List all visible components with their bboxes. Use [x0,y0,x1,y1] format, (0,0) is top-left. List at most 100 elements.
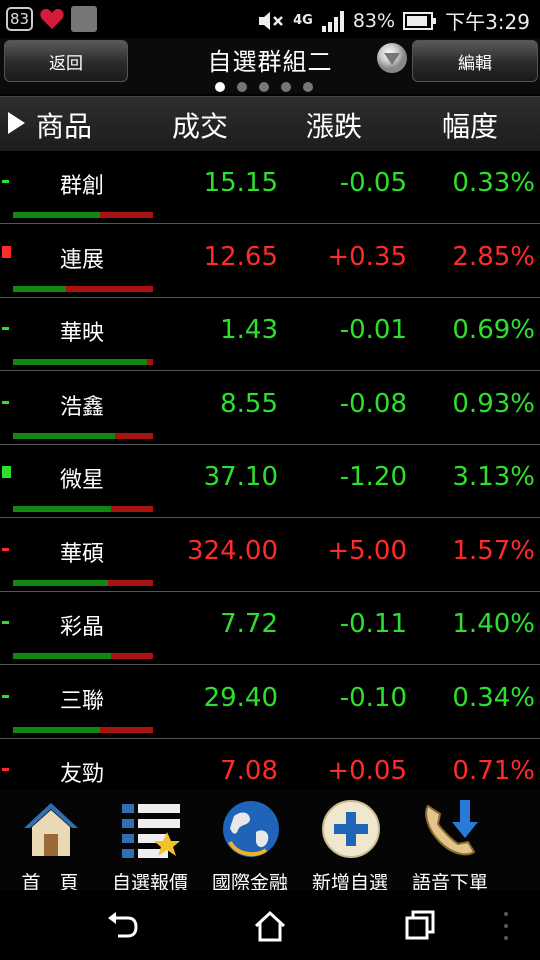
stock-name: 連展 [60,247,105,273]
stock-percent: 3.13% [452,462,535,492]
stock-list[interactable]: 群創 15.15 -0.05 0.33% 連展 12.65 +0.35 2.85% 華映 1.43… [0,150,540,790]
buy-ratio-fill [13,285,67,292]
stock-percent: 0.69% [452,315,535,345]
buy-sell-ratio-bar [13,653,153,659]
buy-ratio-fill [13,432,116,439]
back-nav-icon[interactable] [104,908,140,944]
page-dot[interactable] [303,82,313,92]
system-nav-bar [0,890,540,960]
bottom-tab-bar: 首 頁 自選報價 國際金融 新增自選 語音下單 [0,790,540,894]
stock-change: +0.35 [327,241,407,272]
stock-price: 12.65 [203,241,278,272]
stock-price: 37.10 [203,462,278,492]
stock-name: 三聯 [60,688,105,714]
column-change[interactable]: 漲跌 [306,105,362,145]
stock-row[interactable]: 群創 15.15 -0.05 0.33% [0,150,540,224]
column-percent[interactable]: 幅度 [442,105,498,145]
stock-change: +0.05 [327,756,407,786]
back-button[interactable]: 返回 [4,40,128,82]
stock-name: 彩晶 [60,615,105,640]
stock-row[interactable]: 華映 1.43 -0.01 0.69% [0,297,540,371]
globe-icon [223,801,279,857]
page-dot[interactable] [215,82,225,92]
column-header: 商品 成交 漲跌 幅度 [0,96,540,151]
page-dot[interactable] [237,82,247,92]
stock-name: 群創 [60,174,105,199]
recent-apps-icon[interactable] [402,908,438,944]
buy-sell-ratio-bar [13,432,153,439]
buy-sell-ratio-bar [13,726,153,733]
battery-icon [403,11,437,30]
stock-row[interactable]: 友勁 7.08 +0.05 0.71% [0,738,540,790]
stock-percent: 0.34% [452,682,535,713]
stock-name: 微星 [60,468,105,493]
stock-change: +5.00 [327,535,407,566]
trend-indicator [2,694,9,698]
buy-sell-ratio-bar [13,359,153,365]
stock-percent: 2.85% [452,241,535,272]
stock-name: 華映 [60,321,105,346]
clock: 下午3:29 [445,10,530,34]
page-indicator [215,82,313,92]
stock-percent: 1.57% [452,535,535,566]
stock-row[interactable]: 連展 12.65 +0.35 2.85% [0,224,540,298]
tab-international[interactable]: 國際金融 [200,796,300,894]
stock-name: 友勁 [60,762,105,787]
stock-price: 7.72 [220,609,278,639]
tab-add-watchlist[interactable]: 新增自選 [300,796,400,894]
tab-voice-order[interactable]: 語音下單 [400,796,500,894]
trend-indicator [2,180,9,183]
edit-button[interactable]: 編輯 [412,40,538,82]
buy-ratio-fill [13,212,100,218]
status-bar: 83 4G 83% 下午3:29 [0,0,540,38]
stock-price: 8.55 [220,388,278,419]
stock-row[interactable]: 三聯 29.40 -0.10 0.34% [0,665,540,739]
add-icon [322,800,380,858]
mute-icon [259,11,284,30]
buy-sell-ratio-bar [13,212,153,218]
tab-home[interactable]: 首 頁 [0,796,100,894]
expand-play-icon[interactable] [8,112,25,134]
stock-row[interactable]: 華碩 324.00 +5.00 1.57% [0,518,540,592]
stock-row[interactable]: 微星 37.10 -1.20 3.13% [0,444,540,518]
column-price[interactable]: 成交 [172,105,228,145]
trend-indicator [2,400,9,404]
stock-change: -0.05 [339,168,407,198]
buy-ratio-fill [13,506,111,512]
buy-sell-ratio-bar [13,579,153,586]
trend-indicator [2,466,11,478]
stock-change: -0.08 [339,388,407,419]
stock-percent: 0.33% [452,168,535,198]
stock-row[interactable]: 彩晶 7.72 -0.11 1.40% [0,591,540,665]
buy-ratio-fill [13,653,111,659]
watchlist-icon [122,804,180,858]
stock-price: 7.08 [220,756,278,786]
signal-icon [321,10,344,32]
stock-change: -0.11 [339,609,407,639]
overflow-menu-icon[interactable] [500,908,512,944]
stock-price: 1.43 [220,315,278,345]
column-product[interactable]: 商品 [36,105,92,145]
page-dot[interactable] [259,82,269,92]
stock-change: -1.20 [339,462,407,492]
buy-ratio-fill [13,579,109,586]
buy-sell-ratio-bar [13,285,153,292]
stock-price: 324.00 [187,535,278,566]
buy-sell-ratio-bar [13,506,153,512]
group-dropdown-icon[interactable] [376,42,408,74]
heart-icon [40,8,64,29]
buy-ratio-fill [13,359,148,365]
network-type: 4G [293,12,313,28]
home-nav-icon[interactable] [252,908,288,944]
page-title: 自選群組二 [207,48,333,76]
stock-change: -0.10 [339,682,407,713]
stock-row[interactable]: 浩鑫 8.55 -0.08 0.93% [0,371,540,445]
buy-ratio-fill [13,726,100,733]
stock-percent: 0.71% [452,756,535,786]
trend-indicator [2,768,9,771]
trend-indicator [2,621,9,624]
page-dot[interactable] [281,82,291,92]
trend-indicator [2,245,11,258]
tab-watchlist[interactable]: 自選報價 [100,796,200,894]
home-icon [24,803,78,856]
